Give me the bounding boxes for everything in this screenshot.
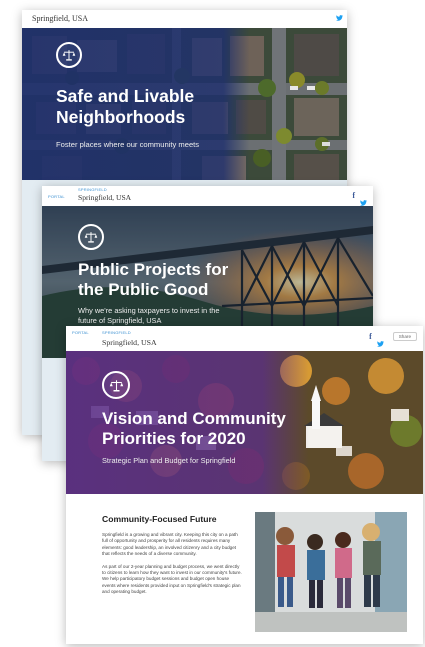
card-header: Springfield, USA [22,10,347,28]
city-seal-icon [78,224,104,250]
twitter-icon[interactable] [336,10,343,21]
twitter-icon[interactable] [376,334,384,347]
children-running-image [255,512,407,632]
article-text-column: Community-Focused Future Springfield is … [102,514,242,602]
breadcrumb-portal[interactable]: PORTAL [72,330,89,335]
story-card-vision-priorities[interactable]: PORTAL SPRINGFIELD Springfield, USA f Sh… [66,326,423,644]
hero-title-line2: Neighborhoods [56,106,186,127]
site-name: Springfield, USA [78,193,132,202]
card-header: PORTAL SPRINGFIELD Springfield, USA f [42,186,373,206]
hero-title-line2: the Public Good [78,280,209,300]
share-icons: f [352,192,367,206]
city-seal-icon [102,371,130,399]
hero-title-line1: Vision and Community [102,409,286,428]
twitter-icon[interactable] [360,193,367,206]
breadcrumb-portal[interactable]: PORTAL [48,194,65,199]
site-name: Springfield, USA [32,14,88,23]
share-button[interactable]: Share [392,332,417,341]
hero-title-line2: Priorities for 2020 [102,429,246,449]
share-icons [336,10,343,21]
site-name: Springfield, USA [102,338,157,347]
breadcrumb-springfield[interactable]: SPRINGFIELD [78,187,107,192]
hero-subtitle: Strategic Plan and Budget for Springfiel… [102,456,236,465]
share-icons: f Share [369,332,417,347]
hero-subtitle: Foster places where our community meets [56,140,200,149]
hero-title-line1: Safe and Livable [56,86,195,106]
city-seal-icon [56,42,82,68]
paragraph-2: As part of our 2-year planning and budge… [102,563,242,595]
paragraph-1: Springfield is a growing and vibrant cit… [102,532,238,557]
hero-subtitle-line2: future of Springfield, USA [78,315,162,325]
hero-subtitle-line1: Why we're asking taxpayers to invest in … [78,306,220,315]
hero-title-line1: Public Projects for [78,260,229,279]
facebook-icon[interactable]: f [352,192,355,200]
section-heading: Community-Focused Future [102,514,217,524]
hero-aerial-church: Vision and Community Priorities for 2020… [66,351,423,494]
facebook-icon[interactable]: f [369,332,372,341]
article-body: Community-Focused Future Springfield is … [66,494,423,644]
card-header: PORTAL SPRINGFIELD Springfield, USA f Sh… [66,326,423,351]
students-photo [255,512,407,632]
hero-aerial-neighborhood: Safe and Livable Neighborhoods Foster pl… [22,28,347,180]
breadcrumb-springfield[interactable]: SPRINGFIELD [102,330,131,335]
